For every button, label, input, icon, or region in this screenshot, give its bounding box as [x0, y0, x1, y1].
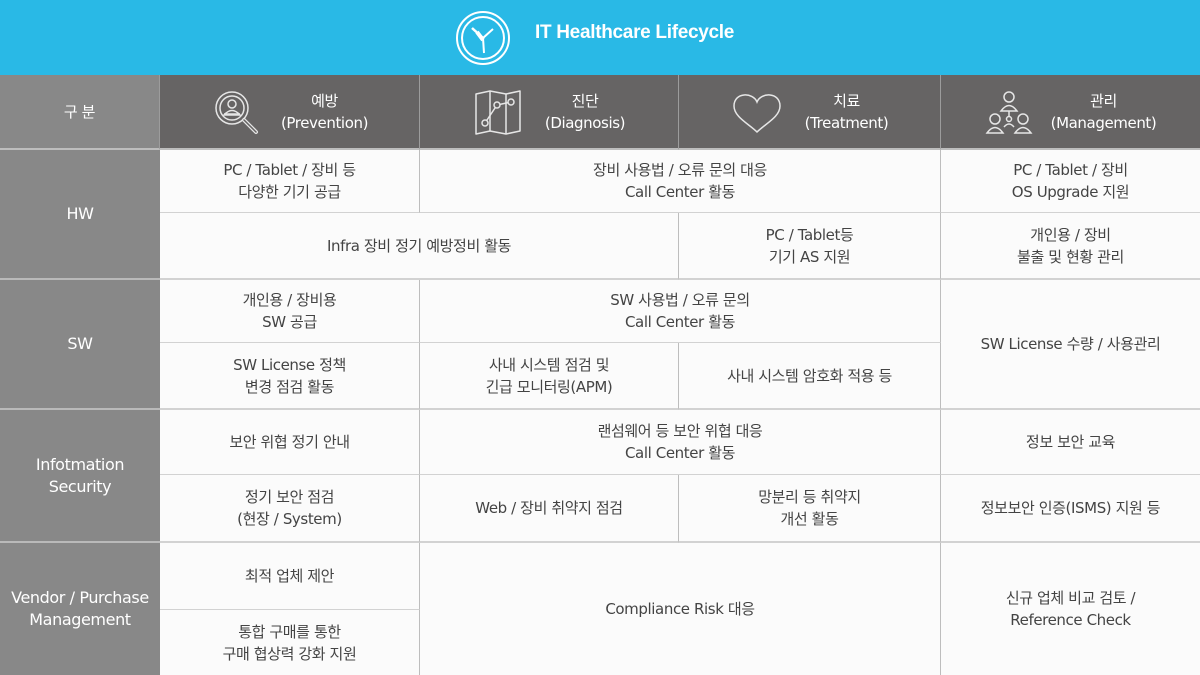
map-chart-icon — [475, 89, 521, 135]
column-title-ko: 진단 — [571, 91, 599, 110]
column-title-ko: 치료 — [833, 91, 860, 110]
column-title-ko: 관리 — [1090, 91, 1117, 110]
table-cell: 랜섬웨어 등 보안 위협 대응 Call Center 활동 — [420, 410, 941, 475]
page-title: IT Healthcare Lifecycle — [535, 22, 735, 43]
table-cell: 사내 시스템 암호화 적용 등 — [679, 343, 941, 410]
column-header-treatment: 치료 (Treatment) — [679, 75, 941, 150]
title-bar: IT Healthcare Lifecycle — [0, 0, 1200, 75]
column-header-diagnosis: 진단 (Diagnosis) — [420, 75, 679, 150]
table-cell: 정보보안 인증(ISMS) 지원 등 — [941, 475, 1200, 543]
table-cell: SW License 수량 / 사용관리 — [941, 280, 1200, 410]
table-cell: Web / 장비 취약지 점검 — [420, 475, 679, 543]
table-cell: 사내 시스템 점검 및 긴급 모니터링(APM) — [420, 343, 679, 410]
heart-icon — [732, 93, 781, 133]
category-hw: HW — [0, 150, 160, 280]
column-title-en: (Treatment) — [804, 113, 889, 132]
category-vendor-purchase: Vendor / Purchase Management — [0, 543, 160, 675]
table-cell: PC / Tablet / 장비 등 다양한 기기 공급 — [160, 150, 420, 213]
table-cell: 정보 보안 교육 — [941, 410, 1200, 475]
corner-header: 구 분 — [0, 75, 160, 150]
table-cell: Compliance Risk 대응 — [420, 543, 941, 675]
table-cell: 개인용 / 장비용 SW 공급 — [160, 280, 420, 343]
column-title-ko: 예방 — [311, 91, 338, 110]
column-header-management: 관리 (Management) — [941, 75, 1200, 150]
table-cell: PC / Tablet등 기기 AS 지원 — [679, 213, 941, 280]
column-title-en: (Management) — [1050, 113, 1157, 132]
table-cell: 통합 구매를 통한 구매 협상력 강화 지원 — [160, 610, 420, 675]
column-header-prevention: 예방 (Prevention) — [160, 75, 420, 150]
table-cell: SW License 정책 변경 점검 활동 — [160, 343, 420, 410]
magnifier-person-icon — [215, 90, 258, 134]
category-sw: SW — [0, 280, 160, 410]
table-cell: 정기 보안 점검 (현장 / System) — [160, 475, 420, 543]
table-cell: 개인용 / 장비 불출 및 현황 관리 — [941, 213, 1200, 280]
column-title-en: (Prevention) — [280, 113, 369, 132]
table-cell: 장비 사용법 / 오류 문의 대응 Call Center 활동 — [420, 150, 941, 213]
lifecycle-table: 구 분 예방 (Prevention) 진단 (Diagnosis) 치료 (T… — [0, 75, 1200, 675]
table-cell: PC / Tablet / 장비 OS Upgrade 지원 — [941, 150, 1200, 213]
table-cell: 신규 업체 비교 검토 / Reference Check — [941, 543, 1200, 675]
table-cell: 최적 업체 제안 — [160, 543, 420, 610]
table-cell: 보안 위협 정기 안내 — [160, 410, 420, 475]
clock-icon — [456, 11, 510, 65]
column-title-en: (Diagnosis) — [544, 113, 626, 132]
category-information-security: Infotmation Security — [0, 410, 160, 543]
table-cell: SW 사용법 / 오류 문의 Call Center 활동 — [420, 280, 941, 343]
table-cell: Infra 장비 정기 예방정비 활동 — [160, 213, 679, 280]
org-people-icon — [985, 90, 1033, 134]
table-cell: 망분리 등 취약지 개선 활동 — [679, 475, 941, 543]
